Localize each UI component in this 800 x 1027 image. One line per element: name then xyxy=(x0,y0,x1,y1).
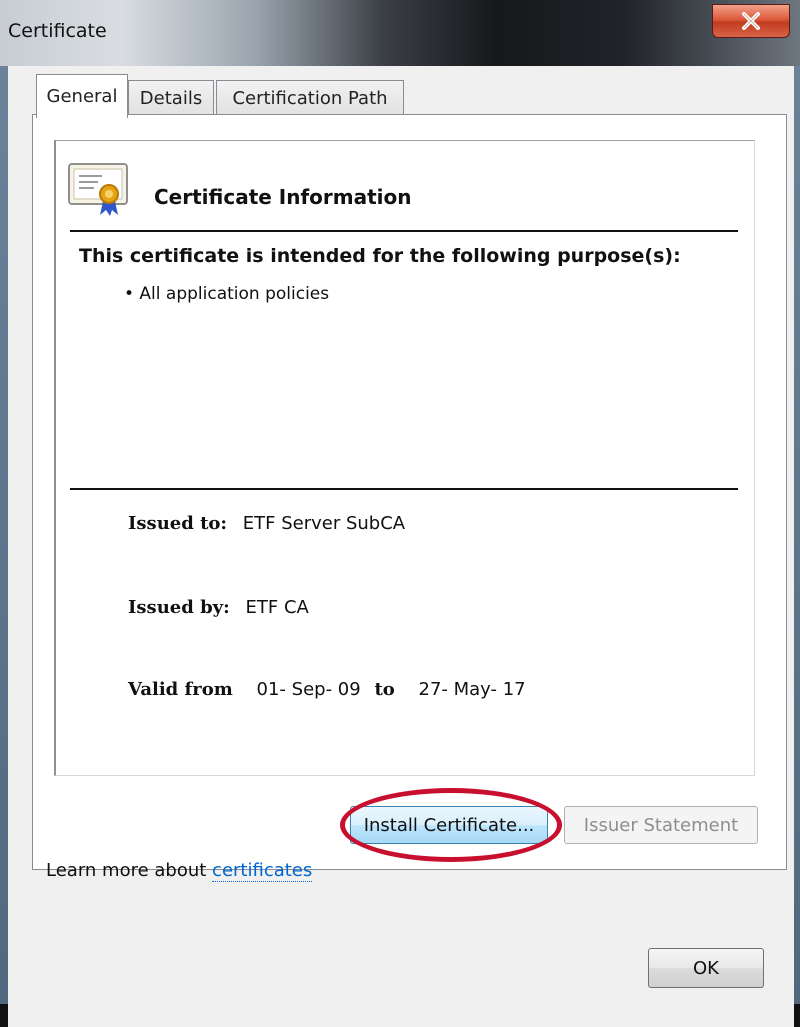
purpose-item: • All application policies xyxy=(124,284,330,304)
valid-to-label: to xyxy=(374,679,395,700)
valid-to-value: 27- May- 17 xyxy=(418,679,526,700)
close-button[interactable] xyxy=(712,4,790,38)
divider-bottom xyxy=(70,488,738,490)
certificate-window: Certificate General Details Certificatio… xyxy=(0,0,800,1027)
issued-to-label: Issued to: xyxy=(128,513,228,534)
issuer-statement-label: Issuer Statement xyxy=(583,814,739,836)
tab-certification-path-label: Certification Path xyxy=(232,88,388,109)
window-title: Certificate xyxy=(8,20,107,42)
title-bar[interactable] xyxy=(0,0,800,66)
install-certificate-label: Install Certificate... xyxy=(363,814,535,836)
tab-details[interactable]: Details xyxy=(128,80,214,116)
tab-general-label: General xyxy=(46,86,118,107)
tab-details-label: Details xyxy=(139,88,203,109)
issued-by-value: ETF CA xyxy=(245,597,309,618)
tab-certification-path[interactable]: Certification Path xyxy=(216,80,404,116)
issued-by-label: Issued by: xyxy=(128,597,230,618)
issuer-statement-button: Issuer Statement xyxy=(564,806,758,844)
learn-more-prefix: Learn more about xyxy=(46,860,213,881)
certificate-info-box: Certificate Information This certificate… xyxy=(54,140,755,776)
learn-more-text: Learn more about certificates xyxy=(46,860,313,882)
valid-from-label: Valid from xyxy=(128,679,233,700)
certificate-information-heading: Certificate Information xyxy=(154,185,412,209)
tab-general[interactable]: General xyxy=(36,74,128,118)
issued-to-value: ETF Server SubCA xyxy=(242,513,406,534)
certificates-link[interactable]: certificates xyxy=(212,860,313,882)
divider-top xyxy=(70,230,738,232)
certificate-icon xyxy=(68,163,130,221)
install-certificate-button[interactable]: Install Certificate... xyxy=(350,806,548,844)
issued-to-row: Issued to: ETF Server SubCA xyxy=(128,513,405,534)
ok-label: OK xyxy=(693,957,719,979)
validity-row: Valid from 01- Sep- 09 to 27- May- 17 xyxy=(128,679,526,700)
valid-from-value: 01- Sep- 09 xyxy=(256,679,361,700)
purpose-heading: This certificate is intended for the fol… xyxy=(79,245,681,267)
ok-button[interactable]: OK xyxy=(648,948,764,988)
dialog-footer: OK xyxy=(8,930,794,1027)
close-icon xyxy=(742,12,760,30)
issued-by-row: Issued by: ETF CA xyxy=(128,597,309,618)
